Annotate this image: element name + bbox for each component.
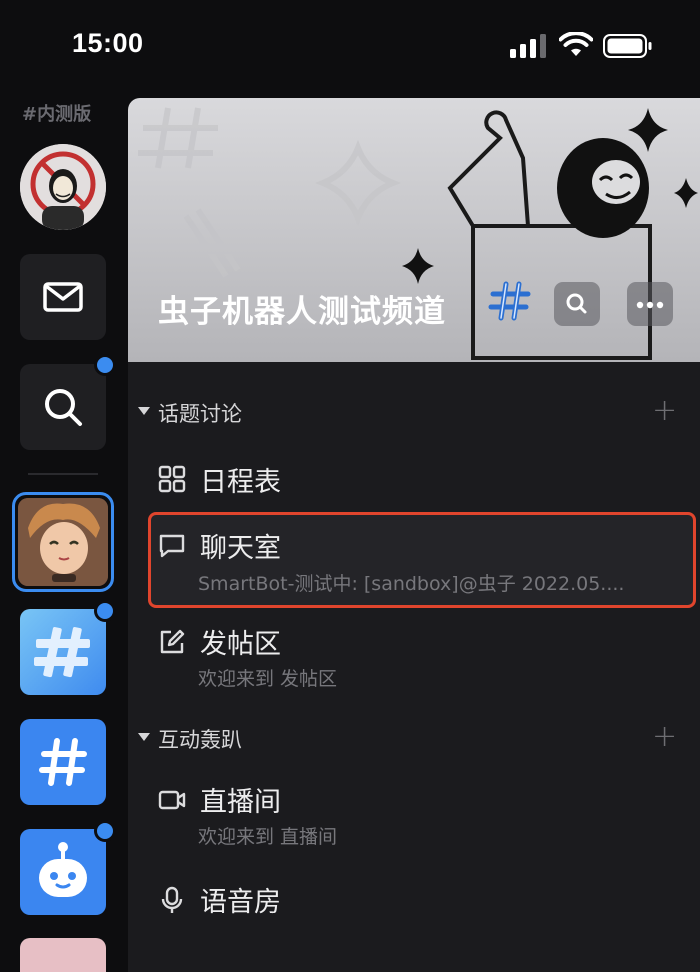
- hash-3d-icon: [34, 627, 90, 678]
- channel-item-schedule[interactable]: 日程表: [128, 456, 700, 506]
- inbox-button[interactable]: [20, 254, 106, 340]
- channel-item-live[interactable]: 直播间 欢迎来到 直播间: [128, 776, 700, 856]
- section-name: 互动轰趴: [158, 728, 242, 752]
- edit-icon: [160, 629, 185, 654]
- schedule-icon: [158, 465, 186, 493]
- channel-subtitle: 欢迎来到 直播间: [198, 826, 338, 848]
- status-time: 15:00: [72, 28, 144, 58]
- last-message-preview: SmartBot-测试中: [sandbox]@虫子 2022.05....: [198, 573, 625, 595]
- add-channel-icon[interactable]: +: [652, 722, 677, 752]
- mail-icon: [43, 282, 83, 312]
- guild-icon-bug-bot[interactable]: [18, 498, 108, 586]
- add-channel-icon[interactable]: +: [652, 396, 677, 426]
- unread-dot: [94, 354, 116, 376]
- section-header-interactive[interactable]: 互动轰趴 +: [128, 720, 700, 760]
- video-icon: [158, 790, 186, 810]
- anonymous-mask-avatar-icon: [20, 144, 106, 230]
- guild-icon-pink[interactable]: [20, 938, 106, 972]
- section-name: 话题讨论: [158, 402, 242, 426]
- search-icon: [45, 389, 82, 426]
- battery-icon: [603, 34, 652, 58]
- collapse-caret-icon: [138, 407, 150, 415]
- chat-bubble-icon: [159, 534, 185, 558]
- channel-item-chatroom[interactable]: 聊天室 SmartBot-测试中: [sandbox]@虫子 2022.05..…: [128, 522, 700, 602]
- unread-dot: [94, 600, 116, 622]
- collapse-caret-icon: [138, 733, 150, 741]
- search-icon: [566, 293, 587, 314]
- cellular-signal-icon: [510, 34, 546, 58]
- channel-item-voice[interactable]: 语音房: [128, 878, 700, 928]
- microphone-icon: [161, 886, 183, 913]
- channel-name: 发帖区: [200, 629, 281, 660]
- channel-panel: 虫子机器人测试频道 话题讨论 + 日程表 聊天室 SmartBot-测试中: […: [128, 98, 700, 972]
- channel-name: 日程表: [200, 467, 281, 498]
- channel-item-posts[interactable]: 发帖区 欢迎来到 发帖区: [128, 618, 700, 698]
- channel-name: 直播间: [200, 787, 281, 818]
- channel-subtitle: 欢迎来到 发帖区: [198, 668, 338, 690]
- guild-icon-hash-3d[interactable]: [20, 609, 106, 695]
- unread-dot: [94, 820, 116, 842]
- user-avatar[interactable]: [20, 144, 106, 230]
- channel-search-button[interactable]: [554, 282, 600, 326]
- guild-icon-hash[interactable]: [20, 719, 106, 805]
- more-dots-icon: [636, 301, 664, 309]
- wifi-icon: [559, 32, 593, 56]
- hash-icon: [39, 738, 87, 786]
- guild-rail: #内测版: [0, 92, 128, 972]
- beta-label: #内测版: [22, 104, 92, 125]
- channel-name: 语音房: [200, 887, 281, 918]
- robot-icon: [39, 842, 87, 897]
- discover-search-button[interactable]: [20, 364, 106, 450]
- channel-title: 虫子机器人测试频道: [158, 294, 446, 330]
- channel-name: 聊天室: [200, 533, 281, 564]
- channel-banner: 虫子机器人测试频道: [128, 98, 700, 362]
- anime-avatar-icon: [18, 498, 108, 586]
- more-options-button[interactable]: [627, 282, 673, 326]
- section-header-topics[interactable]: 话题讨论 +: [128, 394, 700, 434]
- rail-divider: [28, 473, 98, 475]
- official-hash-badge-icon: [488, 281, 531, 321]
- guild-icon-robot[interactable]: [20, 829, 106, 915]
- status-bar: 15:00: [0, 0, 700, 92]
